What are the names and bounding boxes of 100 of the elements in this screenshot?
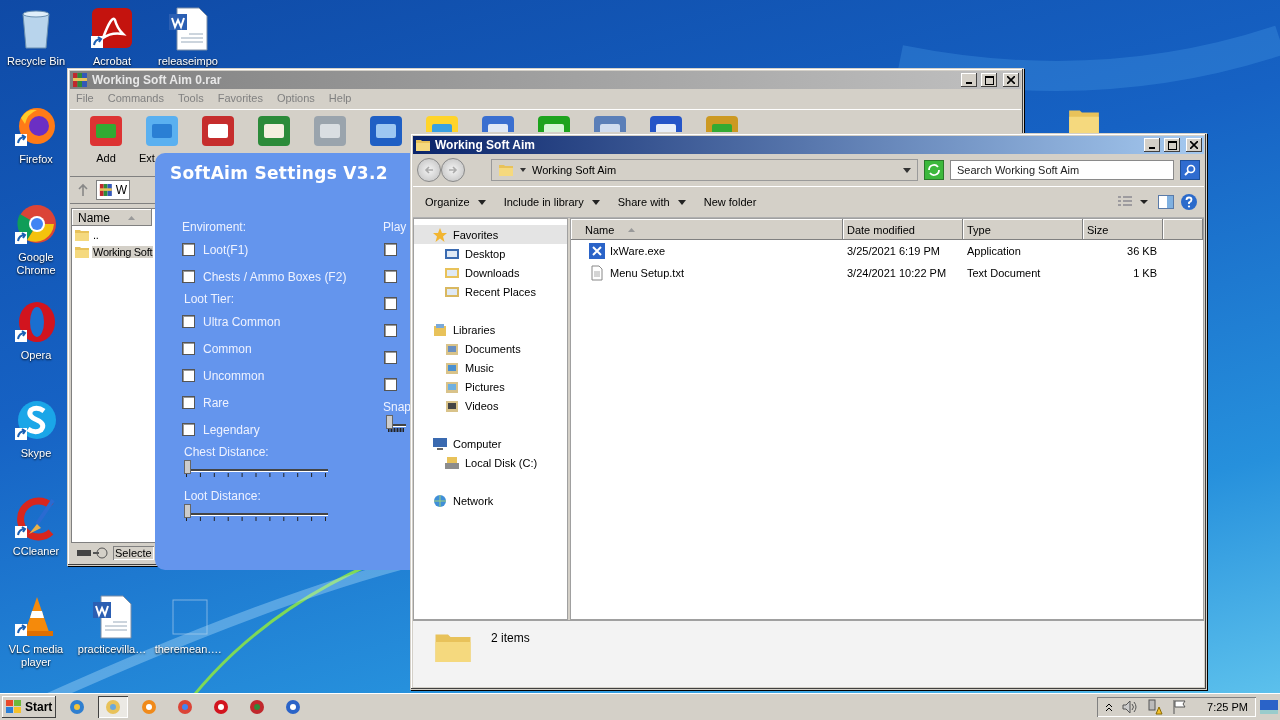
preview-pane-icon[interactable] — [1158, 195, 1174, 209]
app-icon — [213, 699, 230, 715]
caret-icon[interactable] — [520, 168, 526, 172]
column-header[interactable]: Name — [72, 209, 152, 226]
minimize-button[interactable] — [1144, 138, 1160, 152]
slider-thumb[interactable] — [184, 504, 191, 518]
nav-item[interactable]: Recent Places — [414, 282, 567, 301]
date-cell: 3/25/2021 6:19 PM — [847, 245, 940, 257]
drive-icon — [444, 454, 460, 471]
back-button[interactable] — [417, 158, 441, 182]
toolbar-button[interactable]: Include in library — [497, 193, 606, 211]
checkbox[interactable] — [384, 351, 397, 364]
app-icon — [105, 699, 122, 715]
toolbar-icon[interactable] — [144, 114, 180, 148]
section-label: Play — [383, 219, 407, 236]
address-text: Working Soft Aim — [532, 164, 618, 176]
checkbox[interactable] — [182, 396, 195, 409]
checkbox[interactable] — [384, 243, 397, 256]
toolbar-icon[interactable] — [480, 114, 516, 132]
speaker-icon[interactable] — [1122, 700, 1139, 714]
nav-item[interactable]: Computer — [414, 434, 567, 453]
nav-item[interactable]: Local Disk (C:) — [414, 453, 567, 472]
slider-thumb[interactable] — [386, 415, 393, 429]
toolbar-button[interactable]: Organize — [419, 193, 492, 211]
file-row[interactable]: Menu Setup.txt 3/24/2021 10:22 PM Text Document 1 KB — [571, 262, 1203, 284]
checkbox[interactable] — [182, 342, 195, 355]
desktop-icon-label[interactable]: releaseimpo — [158, 55, 218, 68]
file-name[interactable]: .. — [92, 228, 100, 241]
toolbar-label[interactable]: Ext — [139, 152, 155, 164]
toolbar-icon[interactable] — [648, 114, 684, 132]
address-bar[interactable]: Working Soft Aim — [491, 159, 918, 181]
nav-item[interactable]: Pictures — [414, 377, 567, 396]
nav-item[interactable]: Music — [414, 358, 567, 377]
forward-arrow-icon — [448, 165, 458, 175]
desktop-icon-label[interactable]: Google Chrome — [5, 251, 67, 277]
toolbar-label[interactable]: Add — [96, 152, 116, 164]
toolbar-button[interactable]: New folder — [697, 193, 763, 211]
column-header[interactable]: Type — [963, 219, 1083, 240]
checkbox[interactable] — [182, 270, 195, 283]
slider-track[interactable] — [184, 505, 328, 515]
taskbar-app-button[interactable] — [98, 696, 129, 718]
checkbox[interactable] — [182, 423, 195, 436]
checkbox[interactable] — [384, 378, 397, 391]
column-header[interactable]: Date modified — [843, 219, 963, 240]
close-button[interactable] — [1003, 73, 1019, 87]
desktop-icon-label[interactable]: Acrobat — [93, 55, 131, 68]
file-name[interactable]: Working Soft — [92, 245, 154, 258]
checkbox[interactable] — [182, 315, 195, 328]
dropdown-caret-icon[interactable] — [903, 167, 911, 173]
help-icon[interactable] — [1180, 193, 1198, 211]
desktop-icon-label[interactable]: Firefox — [19, 153, 53, 166]
column-header[interactable]: Name — [571, 219, 843, 240]
checkbox[interactable] — [384, 324, 397, 337]
search-button[interactable] — [1180, 160, 1200, 180]
desktop-icon-label[interactable]: CCleaner — [12, 545, 60, 558]
search-field[interactable]: Search Working Soft Aim — [950, 160, 1174, 180]
toolbar-icon[interactable] — [200, 114, 236, 148]
toolbar-icon[interactable] — [368, 114, 404, 148]
desktop-icon-label[interactable]: Skype — [20, 447, 52, 460]
chevron-icon[interactable] — [1105, 702, 1114, 712]
minimize-button[interactable] — [961, 73, 977, 87]
toolbar-icon[interactable] — [592, 114, 628, 132]
network-warning-icon[interactable] — [1147, 699, 1164, 715]
maximize-icon — [1167, 140, 1177, 150]
nav-item[interactable]: Documents — [414, 339, 567, 358]
checkbox-label: Chests / Ammo Boxes (F2) — [203, 269, 347, 284]
desktop-icon-label[interactable]: Opera — [20, 349, 52, 362]
desktop-icon-label[interactable]: theremean…. — [154, 643, 222, 656]
toolbar-button[interactable]: Share with — [611, 193, 692, 211]
sort-arrow-icon — [128, 215, 135, 220]
desktop-icon-label[interactable]: VLC media player — [5, 643, 67, 669]
file-row[interactable]: IxWare.exe 3/25/2021 6:19 PM Application 36 KB — [571, 240, 1203, 262]
toolbar-icon[interactable] — [88, 114, 124, 148]
nav-item[interactable]: Network — [414, 491, 567, 510]
nav-item[interactable]: Downloads — [414, 263, 567, 282]
start-button[interactable]: Start — [2, 696, 57, 718]
nav-item[interactable]: Desktop — [414, 244, 567, 263]
close-button[interactable] — [1186, 138, 1202, 152]
toolbar-icon[interactable] — [256, 114, 292, 148]
checkbox-label: Rare — [203, 395, 229, 410]
toolbar-icon[interactable] — [536, 114, 572, 132]
desktop-icon-label[interactable]: practicevilla… — [77, 643, 147, 656]
slider-thumb[interactable] — [184, 460, 191, 474]
slider-track[interactable] — [184, 461, 328, 471]
refresh-button[interactable] — [924, 160, 944, 180]
nav-item[interactable]: Favorites — [414, 225, 567, 244]
flag-icon[interactable] — [1172, 699, 1189, 715]
checkbox[interactable] — [182, 369, 195, 382]
nav-item[interactable]: Libraries — [414, 320, 567, 339]
nav-item[interactable]: Videos — [414, 396, 567, 415]
forward-button[interactable] — [441, 158, 465, 182]
path-field[interactable]: W — [96, 180, 130, 200]
maximize-button[interactable] — [981, 73, 997, 87]
checkbox[interactable] — [384, 270, 397, 283]
checkbox[interactable] — [384, 297, 397, 310]
maximize-button[interactable] — [1164, 138, 1180, 152]
checkbox[interactable] — [182, 243, 195, 256]
column-header[interactable]: Size — [1083, 219, 1163, 240]
show-desktop-icon[interactable] — [1260, 700, 1278, 714]
desktop-icon-label[interactable]: Recycle Bin — [6, 55, 66, 68]
